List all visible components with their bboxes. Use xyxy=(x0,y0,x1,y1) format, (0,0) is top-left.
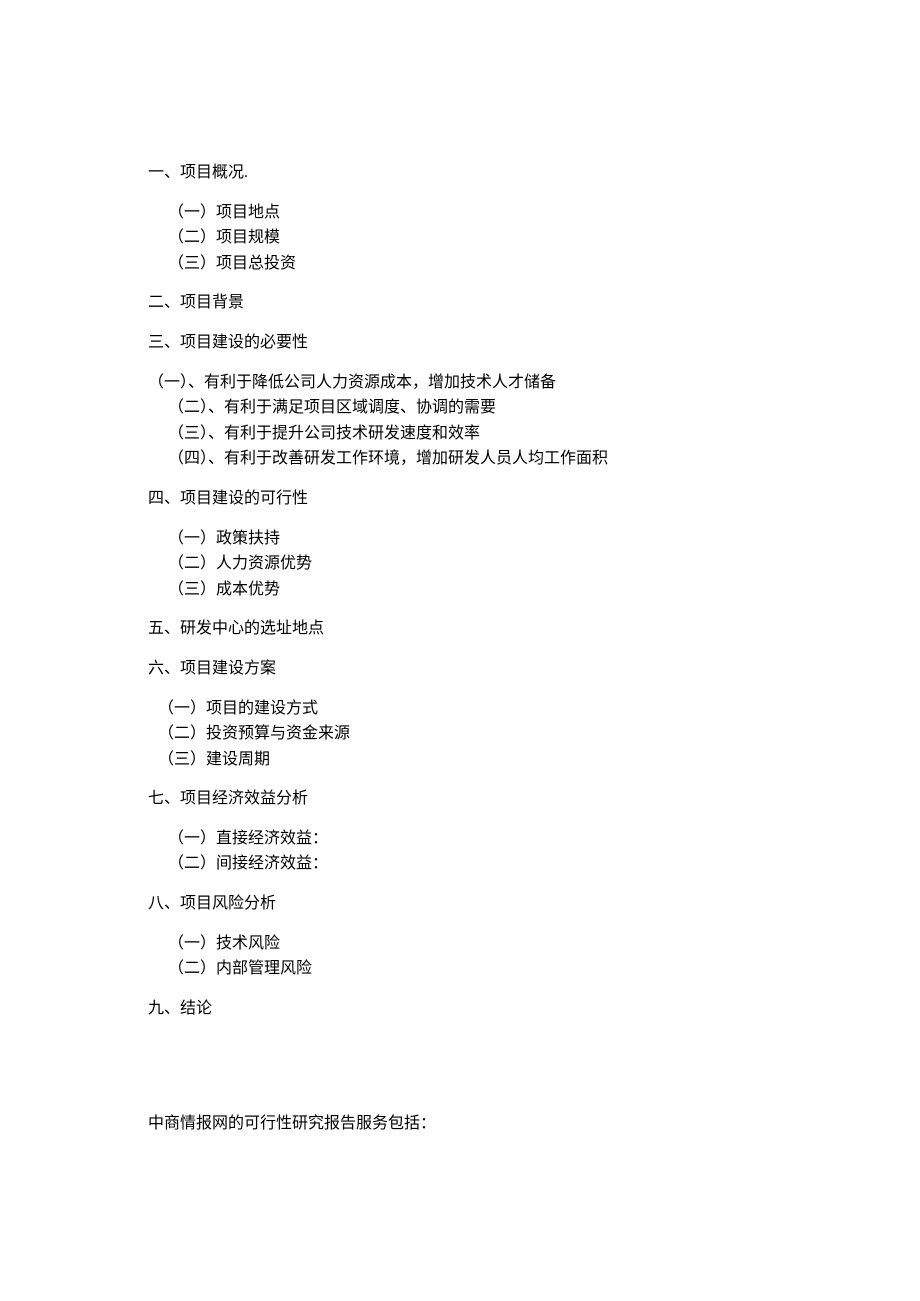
section-7-items: （一）直接经济效益： （二）间接经济效益： xyxy=(148,826,920,877)
section-4-items: （一）政策扶持 （二）人力资源优势 （三）成本优势 xyxy=(148,526,920,603)
section-8-items: （一）技术风险 （二）内部管理风险 xyxy=(148,931,920,982)
section-6-heading: 六、项目建设方案 xyxy=(148,656,920,682)
section-6-items: （一）项目的建设方式 （二）投资预算与资金来源 （三）建设周期 xyxy=(148,696,920,773)
outline-item: （一）政策扶持 xyxy=(148,526,920,552)
outline-item: （一）项目地点 xyxy=(148,200,920,226)
section-5-heading: 五、研发中心的选址地点 xyxy=(148,616,920,642)
outline-item: （一）、有利于降低公司人力资源成本，增加技术人才储备 xyxy=(148,370,920,396)
outline-item: （三）建设周期 xyxy=(148,747,920,773)
outline-item: （一）直接经济效益： xyxy=(148,826,920,852)
outline-item: （二）内部管理风险 xyxy=(148,956,920,982)
section-1-items: （一）项目地点 （二）项目规模 （三）项目总投资 xyxy=(148,200,920,277)
footer-note: 中商情报网的可行性研究报告服务包括： xyxy=(148,1111,920,1137)
outline-item: （四）、有利于改善研发工作环境，增加研发人员人均工作面积 xyxy=(148,446,920,472)
section-8-heading: 八、项目风险分析 xyxy=(148,891,920,917)
outline-item: （二）、有利于满足项目区域调度、协调的需要 xyxy=(148,395,920,421)
outline-item: （三）成本优势 xyxy=(148,577,920,603)
section-3-items: （一）、有利于降低公司人力资源成本，增加技术人才储备 （二）、有利于满足项目区域… xyxy=(148,370,920,472)
outline-item: （二）人力资源优势 xyxy=(148,551,920,577)
outline-item: （二）投资预算与资金来源 xyxy=(148,721,920,747)
outline-item: （三）项目总投资 xyxy=(148,251,920,277)
section-4-heading: 四、项目建设的可行性 xyxy=(148,486,920,512)
section-7-heading: 七、项目经济效益分析 xyxy=(148,786,920,812)
outline-item: （二）项目规模 xyxy=(148,225,920,251)
outline-item: （一）技术风险 xyxy=(148,931,920,957)
section-9-heading: 九、结论 xyxy=(148,996,920,1022)
outline-item: （二）间接经济效益： xyxy=(148,851,920,877)
section-3-heading: 三、项目建设的必要性 xyxy=(148,330,920,356)
outline-item: （一）项目的建设方式 xyxy=(148,696,920,722)
section-2-heading: 二、项目背景 xyxy=(148,290,920,316)
outline-item: （三）、有利于提升公司技术研发速度和效率 xyxy=(148,421,920,447)
section-1-heading: 一、项目概况. xyxy=(148,160,920,186)
